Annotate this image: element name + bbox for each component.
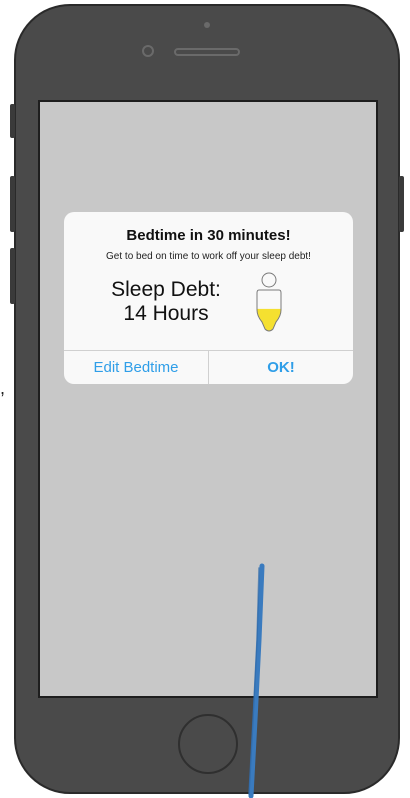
- front-sensor: [204, 22, 210, 28]
- mute-switch: [10, 104, 15, 138]
- earpiece-speaker: [174, 48, 240, 56]
- alert-message: Get to bed on time to work off your slee…: [106, 251, 311, 262]
- volume-down-button: [10, 248, 15, 304]
- ok-button[interactable]: OK!: [209, 351, 353, 384]
- power-button: [399, 176, 404, 232]
- sleep-debt-readout: Sleep Debt: 14 Hours: [86, 278, 246, 326]
- mockup-stage: Bedtime in 30 minutes! Get to bed on tim…: [0, 0, 410, 798]
- bedtime-alert-dialog: Bedtime in 30 minutes! Get to bed on tim…: [64, 212, 353, 384]
- edit-bedtime-button[interactable]: Edit Bedtime: [64, 351, 208, 384]
- volume-up-button: [10, 176, 15, 232]
- phone-screen: [38, 100, 378, 698]
- sleep-debt-fill: [257, 308, 281, 331]
- home-button[interactable]: [178, 714, 238, 774]
- alert-title: Bedtime in 30 minutes!: [126, 227, 291, 244]
- front-camera: [142, 45, 154, 57]
- sleep-debt-label: Sleep Debt:: [111, 278, 221, 301]
- sleep-battery-icon: [256, 272, 282, 332]
- margin-annotation: ,: [0, 378, 6, 398]
- sleep-debt-value: 14 Hours: [123, 302, 209, 325]
